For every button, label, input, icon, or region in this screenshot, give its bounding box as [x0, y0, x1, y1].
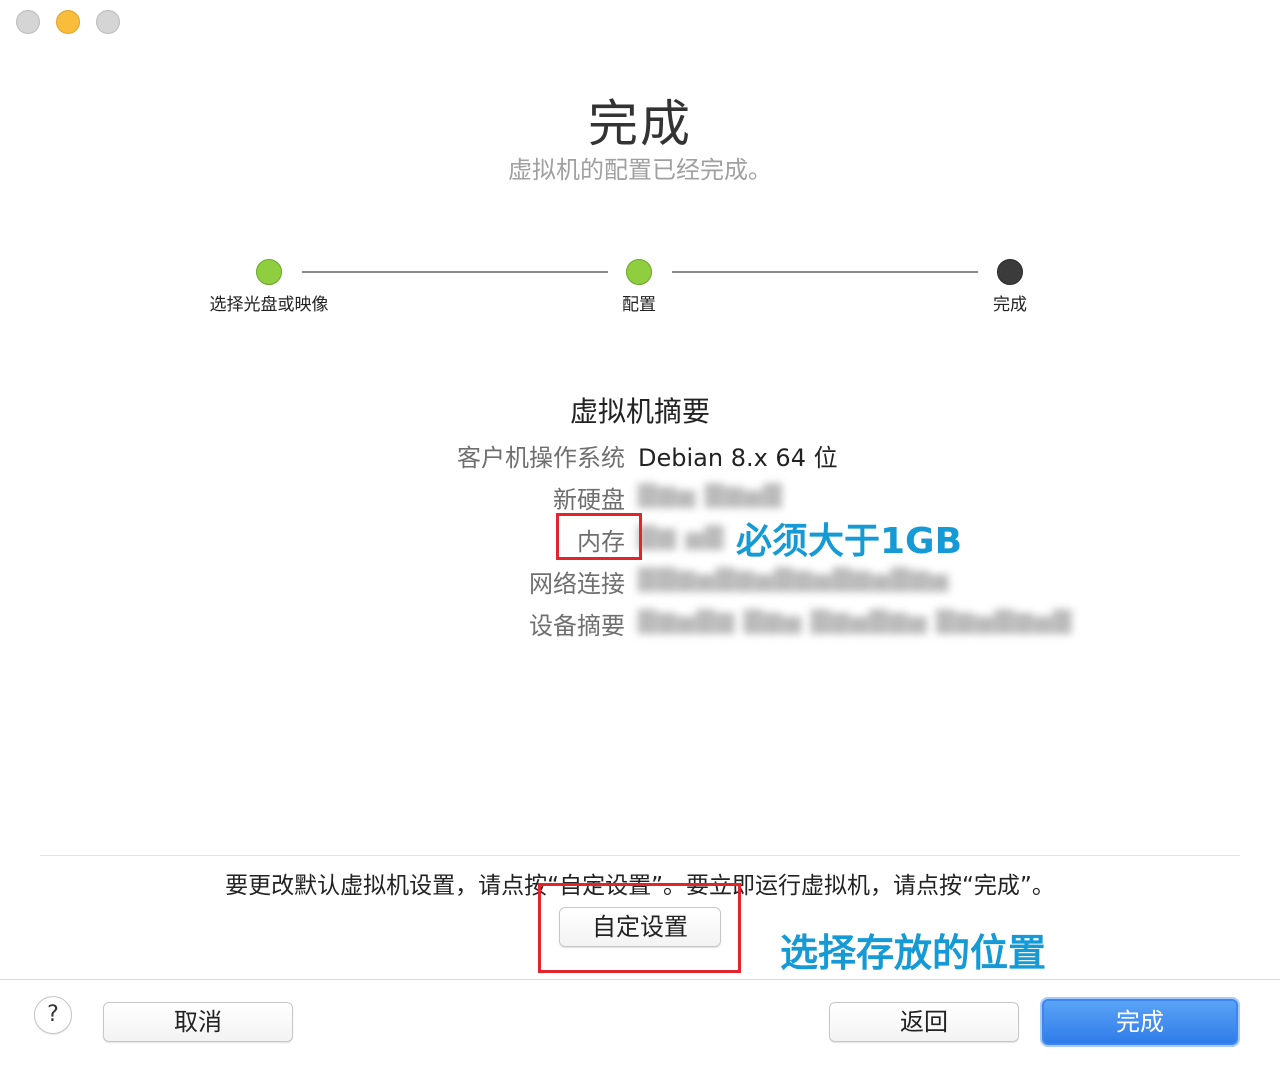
step-label-finish: 完成 [993, 295, 1027, 315]
page-subtitle: 虚拟机的配置已经完成。 [508, 156, 772, 184]
cancel-button[interactable]: 取消 [103, 1002, 293, 1042]
summary-label-guest-os: 客户机操作系统 [457, 444, 625, 472]
step-label-configure: 配置 [622, 295, 656, 315]
summary-value-guest-os: Debian 8.x 64 位 [638, 444, 838, 472]
customize-highlight-box [538, 883, 741, 973]
zoom-window-icon[interactable] [96, 10, 120, 34]
summary-label-network: 网络连接 [529, 570, 625, 598]
summary-value-devices: ▇▆▅▇▆ ▇▆▅ ▇▆▅▇▆▅ ▇▆▅▇▆▅▇ [638, 606, 1073, 634]
summary-label-devices: 设备摘要 [529, 612, 625, 640]
close-window-icon[interactable] [16, 10, 40, 34]
footer-divider [0, 979, 1280, 980]
page-title: 完成 [588, 95, 692, 153]
progress-steps: 选择光盘或映像 配置 完成 [0, 258, 1280, 328]
help-icon[interactable]: ? [34, 996, 72, 1034]
minimize-window-icon[interactable] [56, 10, 80, 34]
window-controls [16, 10, 120, 34]
memory-annotation: 必须大于1GB [736, 521, 963, 562]
step-3-current-icon [997, 259, 1023, 285]
summary-value-new-disk: ▇▆▅ ▇▆▅▇ [638, 480, 783, 508]
summary-value-network: ▇▇▆▅▇▆▅▇▆▅▇▆▅▇▆▅ [638, 564, 950, 592]
step-1-done-icon [256, 259, 282, 285]
step-label-select-disc: 选择光盘或映像 [209, 295, 329, 315]
summary-title: 虚拟机摘要 [569, 395, 710, 428]
summary-value-memory: ▇▆ ▅▇ [638, 522, 725, 550]
step-connector [302, 271, 608, 273]
step-2-done-icon [626, 259, 652, 285]
vm-setup-window: 完成 虚拟机的配置已经完成。 选择光盘或映像 配置 完成 虚拟机摘要 客户机操作… [0, 0, 1280, 1066]
memory-highlight-box [556, 513, 642, 560]
content-divider [40, 855, 1240, 856]
location-annotation: 选择存放的位置 [780, 931, 1047, 975]
back-button[interactable]: 返回 [829, 1002, 1019, 1042]
finish-button[interactable]: 完成 [1042, 999, 1238, 1045]
summary-label-new-disk: 新硬盘 [553, 486, 625, 514]
step-connector [672, 271, 978, 273]
